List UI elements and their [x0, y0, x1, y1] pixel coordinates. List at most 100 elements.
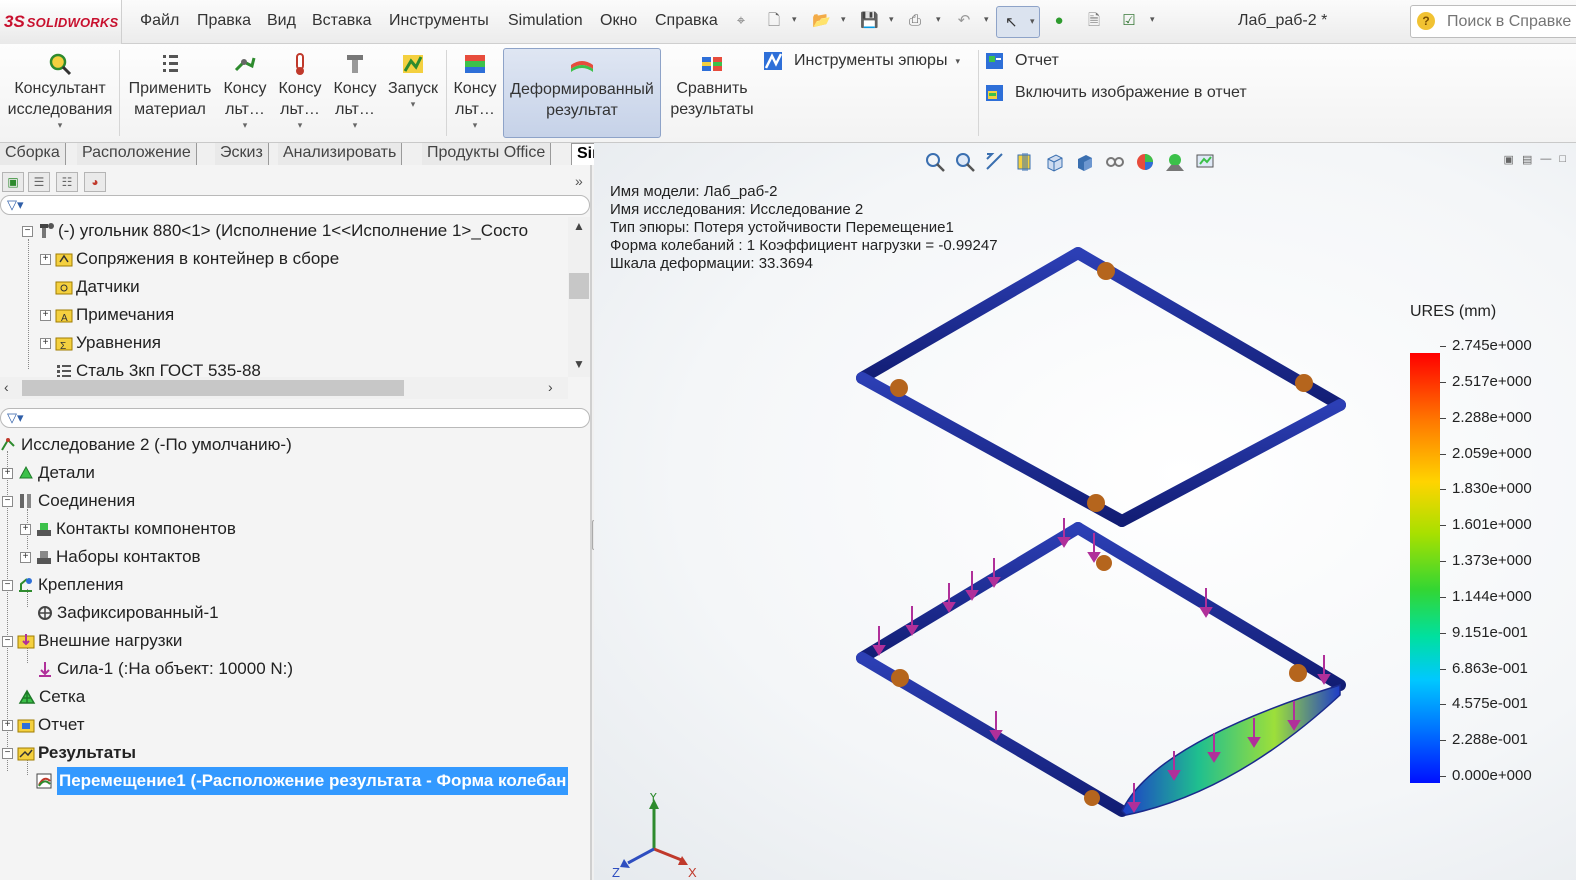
- connections-advisor-button[interactable]: Консу льт… ▾: [220, 48, 270, 138]
- expand-icon[interactable]: +: [20, 523, 31, 535]
- tab-layout[interactable]: Расположение: [77, 143, 197, 165]
- menu-window[interactable]: Окно: [600, 12, 637, 30]
- feature-tree-vertical-scrollbar[interactable]: ▲ ▼: [568, 217, 590, 377]
- report-button[interactable]: Отчет: [983, 50, 1059, 72]
- tree-root-component[interactable]: − (-) угольник 880<1> (Исполнение 1<<Исп…: [22, 217, 528, 245]
- study-advisor-dropdown-icon[interactable]: ▾: [4, 120, 116, 130]
- options-icon[interactable]: ☑: [1120, 12, 1138, 30]
- tree-external-loads[interactable]: − Внешние нагрузки: [2, 627, 182, 655]
- results-advisor-dropdown-icon[interactable]: ▾: [450, 120, 500, 130]
- help-search-input[interactable]: [1447, 12, 1576, 32]
- horizontal-scroll-thumb[interactable]: [22, 380, 404, 396]
- results-advisor-button[interactable]: Консу льт… ▾: [450, 48, 500, 138]
- tree-item-material[interactable]: Сталь 3кп ГОСТ 535-88: [55, 357, 261, 377]
- feature-tree-filter[interactable]: ▽▾: [0, 195, 590, 215]
- menu-view[interactable]: Вид: [267, 12, 296, 30]
- property-manager-tab-icon[interactable]: ☰: [28, 172, 50, 192]
- undo-dropdown-icon[interactable]: ▾: [984, 14, 989, 25]
- undo-icon[interactable]: ↶: [955, 12, 973, 30]
- help-search-box[interactable]: ?: [1410, 5, 1576, 38]
- plot-tools-button[interactable]: Инструменты эпюры ▾: [762, 50, 960, 72]
- tree-parts[interactable]: + Детали: [2, 459, 95, 487]
- thermal-advisor-dropdown-icon[interactable]: ▾: [275, 120, 325, 130]
- deformed-result-button[interactable]: Деформированный результат: [503, 48, 661, 138]
- mesh-advisor-dropdown-icon[interactable]: ▾: [330, 120, 380, 130]
- menu-simulation[interactable]: Simulation: [508, 12, 583, 30]
- tree-item-mates[interactable]: + Сопряжения в контейнер в сборе: [40, 245, 339, 273]
- mesh-advisor-button[interactable]: Консу льт… ▾: [330, 48, 380, 138]
- study-advisor-button[interactable]: Консультант исследования ▾: [4, 48, 116, 138]
- solidworks-logo[interactable]: 3S SOLIDWORKS: [0, 0, 122, 44]
- tree-fixtures[interactable]: − Крепления: [2, 571, 123, 599]
- collapse-icon[interactable]: −: [2, 635, 13, 647]
- display-manager-tab-icon[interactable]: ◕: [84, 172, 106, 192]
- expand-icon[interactable]: +: [20, 551, 31, 563]
- connections-advisor-dropdown-icon[interactable]: ▾: [220, 120, 270, 130]
- menu-edit[interactable]: Правка: [197, 12, 251, 30]
- save-icon[interactable]: 💾: [860, 12, 879, 30]
- tree-item-equations[interactable]: + Σ Уравнения: [40, 329, 161, 357]
- tree-report[interactable]: + Отчет: [2, 711, 85, 739]
- tree-fixed-1[interactable]: Зафиксированный-1: [36, 599, 219, 627]
- tree-connections[interactable]: − Соединения: [2, 487, 135, 515]
- run-dropdown-icon[interactable]: ▾: [385, 99, 441, 109]
- scroll-left-icon[interactable]: ‹: [4, 379, 9, 395]
- print-icon[interactable]: ⎙: [906, 12, 924, 30]
- expand-icon[interactable]: +: [40, 309, 51, 321]
- configuration-manager-tab-icon[interactable]: ☷: [56, 172, 78, 192]
- expand-panel-icon[interactable]: »: [575, 173, 583, 189]
- compare-results-icon: [702, 57, 722, 71]
- compare-results-button[interactable]: Сравнить результаты: [664, 48, 760, 138]
- tree-displacement-1[interactable]: Перемещение1 (-Расположение результата -…: [36, 767, 569, 795]
- collapse-icon[interactable]: −: [2, 579, 13, 591]
- feature-manager-tab-icon[interactable]: ▣: [2, 172, 24, 192]
- print-dropdown-icon[interactable]: ▾: [936, 14, 941, 25]
- open-folder-icon[interactable]: 📂: [812, 12, 831, 30]
- save-dropdown-icon[interactable]: ▾: [889, 14, 894, 25]
- tree-mesh[interactable]: Сетка: [18, 683, 85, 711]
- collapse-icon[interactable]: −: [2, 495, 13, 507]
- rebuild-traffic-light-icon[interactable]: ●: [1050, 12, 1068, 30]
- tab-sketch[interactable]: Эскиз: [215, 143, 269, 165]
- expand-icon[interactable]: +: [40, 337, 51, 349]
- expand-icon[interactable]: +: [40, 253, 51, 265]
- menu-help[interactable]: Справка: [655, 12, 718, 30]
- run-button[interactable]: Запуск ▾: [385, 48, 441, 138]
- tree-force-1[interactable]: Сила-1 (:На объект: 10000 N:): [36, 655, 293, 683]
- new-document-icon[interactable]: 🗋: [765, 12, 783, 30]
- plot-tools-dropdown-icon[interactable]: ▾: [955, 56, 960, 67]
- new-dropdown-icon[interactable]: ▾: [792, 14, 797, 25]
- menu-file[interactable]: Файл: [140, 12, 179, 30]
- tab-office-products[interactable]: Продукты Office: [422, 143, 552, 165]
- include-image-button[interactable]: Включить изображение в отчет: [983, 82, 1247, 104]
- file-properties-icon[interactable]: 🗎: [1085, 12, 1103, 30]
- graphics-area[interactable]: ▣ ▤ — □ Имя модели: Лаб_раб-2 Имя исслед…: [594, 143, 1576, 880]
- select-button[interactable]: ↖ ▾: [996, 6, 1040, 38]
- tab-assembly[interactable]: Сборка: [0, 143, 66, 165]
- tree-component-contacts[interactable]: + Контакты компонентов: [20, 515, 236, 543]
- tree-item-sensors[interactable]: Датчики: [55, 273, 140, 301]
- apply-material-button[interactable]: Применить материал: [124, 48, 216, 138]
- collapse-icon[interactable]: −: [2, 747, 13, 759]
- expand-icon[interactable]: +: [2, 719, 13, 731]
- tree-study[interactable]: Исследование 2 (-По умолчанию-): [0, 431, 292, 459]
- collapse-icon[interactable]: −: [22, 225, 33, 237]
- tree-results[interactable]: − Результаты: [2, 739, 136, 767]
- vertical-scroll-thumb[interactable]: [569, 273, 589, 299]
- select-dropdown-icon[interactable]: ▾: [1030, 16, 1035, 27]
- options-dropdown-icon[interactable]: ▾: [1150, 14, 1155, 25]
- pin-icon[interactable]: ⌖: [732, 12, 750, 30]
- scroll-right-icon[interactable]: ›: [548, 379, 553, 395]
- tree-contact-sets[interactable]: + Наборы контактов: [20, 543, 201, 571]
- expand-icon[interactable]: +: [2, 467, 13, 479]
- tab-analyze[interactable]: Анализировать: [278, 143, 403, 165]
- open-dropdown-icon[interactable]: ▾: [841, 14, 846, 25]
- thermal-advisor-button[interactable]: Консу льт… ▾: [275, 48, 325, 138]
- study-tree-filter[interactable]: ▽▾: [0, 408, 590, 428]
- scroll-down-icon[interactable]: ▼: [573, 357, 585, 371]
- menu-tools[interactable]: Инструменты: [389, 12, 489, 30]
- scroll-up-icon[interactable]: ▲: [573, 219, 585, 233]
- tree-item-annotations[interactable]: + A Примечания: [40, 301, 174, 329]
- menu-insert[interactable]: Вставка: [312, 12, 371, 30]
- feature-tree-horizontal-scrollbar[interactable]: ‹ ›: [0, 377, 568, 399]
